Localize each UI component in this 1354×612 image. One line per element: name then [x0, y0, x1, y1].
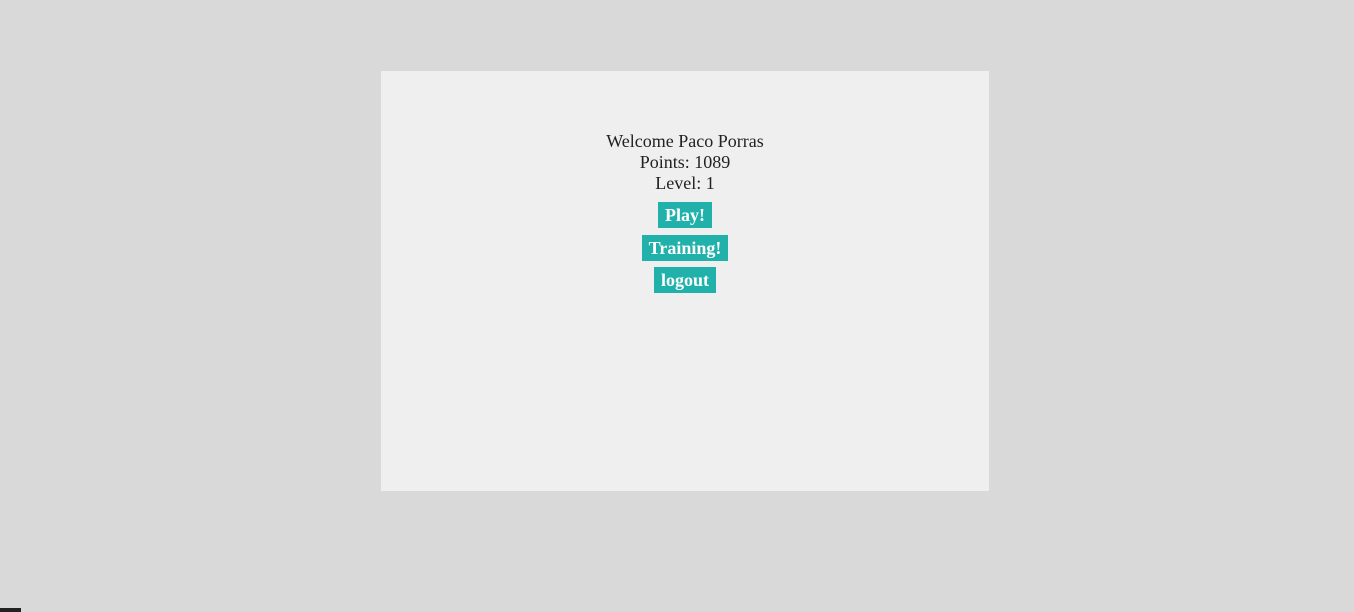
- logout-button[interactable]: logout: [653, 267, 716, 293]
- main-panel: Welcome Paco Porras Points: 1089 Level: …: [381, 71, 989, 491]
- level-text: Level: 1: [655, 173, 715, 193]
- points-text: Points: 1089: [639, 152, 731, 172]
- page: Welcome Paco Porras Points: 1089 Level: …: [0, 0, 1354, 612]
- corner-mark: [0, 608, 21, 612]
- training-button[interactable]: Training!: [641, 235, 729, 261]
- welcome-text: Welcome Paco Porras: [606, 131, 764, 151]
- play-button[interactable]: Play!: [658, 202, 712, 228]
- action-buttons: Play! Training! logout: [381, 202, 989, 300]
- user-info: Welcome Paco Porras Points: 1089 Level: …: [381, 131, 989, 194]
